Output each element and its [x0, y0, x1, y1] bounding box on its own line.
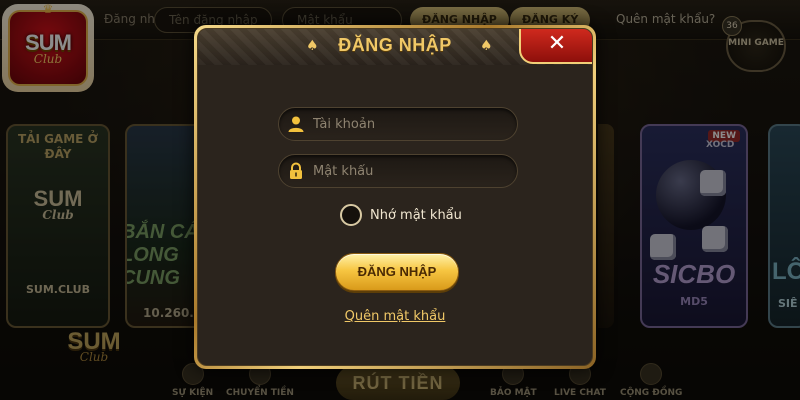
username-field[interactable]	[278, 107, 518, 141]
user-icon	[279, 107, 313, 141]
spade-icon: ♠	[480, 38, 493, 54]
remember-label: Nhớ mật khẩu	[370, 207, 462, 223]
close-icon: ✕	[547, 31, 567, 56]
lock-icon	[279, 154, 313, 188]
password-field[interactable]	[278, 154, 518, 188]
username-input[interactable]	[313, 109, 517, 139]
password-input[interactable]	[313, 156, 517, 186]
login-modal: ♠ ĐĂNG NHẬP ♠ ✕ Tài khoản Nhớ mật khẩu Đ…	[194, 25, 596, 369]
forgot-password-link[interactable]: Quên mật khẩu	[198, 309, 592, 324]
login-modal-panel: ♠ ĐĂNG NHẬP ♠ ✕ Tài khoản Nhớ mật khẩu Đ…	[197, 28, 593, 366]
remember-password-toggle[interactable]: Nhớ mật khẩu	[340, 203, 462, 227]
remember-checkbox[interactable]	[340, 204, 362, 226]
close-button[interactable]: ✕	[519, 29, 592, 64]
login-button[interactable]: ĐĂNG NHẬP	[335, 253, 459, 291]
